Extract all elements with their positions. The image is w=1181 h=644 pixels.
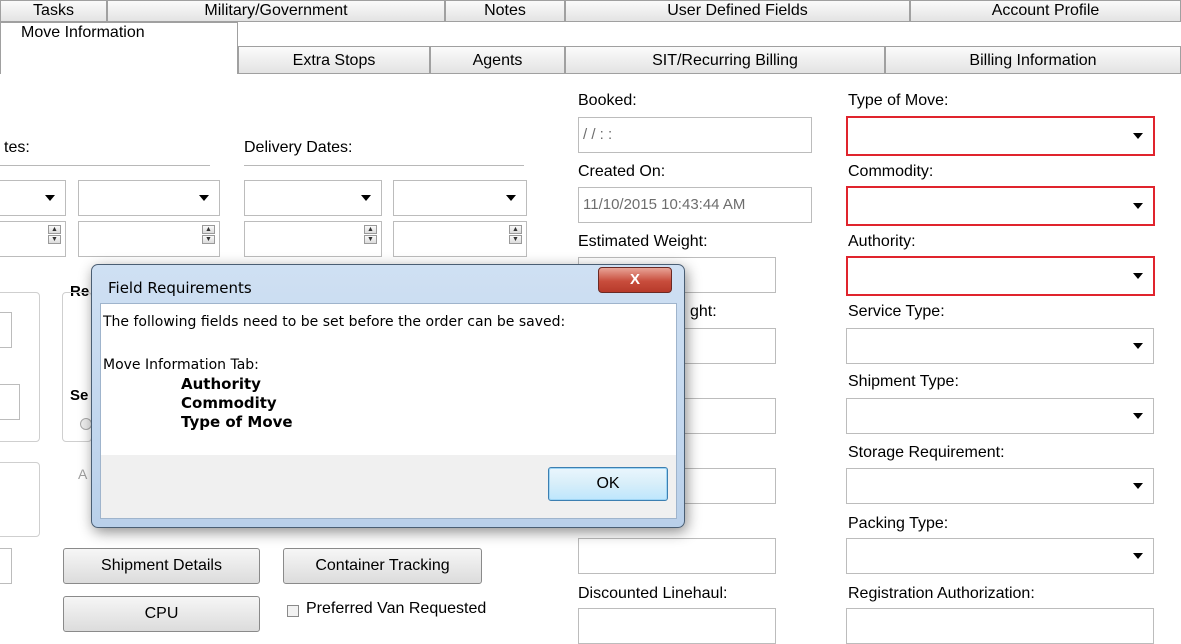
tab-sit-recurring-billing[interactable]: SIT/Recurring Billing bbox=[565, 46, 885, 74]
spin-down-icon[interactable]: ▼ bbox=[202, 235, 215, 244]
shipment-type-select[interactable] bbox=[846, 398, 1154, 434]
service-type-select[interactable] bbox=[846, 328, 1154, 364]
left-clipped-field-3[interactable] bbox=[0, 548, 12, 584]
delivery-date-start-combo[interactable] bbox=[244, 180, 382, 216]
chevron-down-icon bbox=[361, 195, 371, 201]
dialog-message: The following fields need to be set befo… bbox=[103, 314, 566, 330]
container-tracking-button[interactable]: Container Tracking bbox=[283, 548, 482, 584]
dialog-section-label: Move Information Tab: bbox=[103, 357, 259, 373]
type-of-move-select[interactable] bbox=[846, 116, 1155, 156]
delivery-dates-label: Delivery Dates: bbox=[244, 139, 353, 156]
registration-authorization-label: Registration Authorization: bbox=[848, 585, 1035, 602]
packing-type-select[interactable] bbox=[846, 538, 1154, 574]
tab-billing-information[interactable]: Billing Information bbox=[885, 46, 1181, 74]
chevron-down-icon bbox=[1133, 343, 1143, 349]
tab-extra-stops[interactable]: Extra Stops bbox=[238, 46, 430, 74]
created-on-label: Created On: bbox=[578, 163, 666, 180]
chevron-down-icon bbox=[1133, 553, 1143, 559]
pickup-time-start-spinner[interactable]: ▲ ▼ bbox=[0, 221, 66, 257]
tab-account-profile[interactable]: Account Profile bbox=[910, 0, 1181, 22]
preferred-van-checkbox[interactable] bbox=[287, 605, 299, 617]
spin-up-icon[interactable]: ▲ bbox=[202, 225, 215, 234]
field-requirements-dialog: Field Requirements X The following field… bbox=[91, 264, 685, 528]
delivery-time-start-spinner[interactable]: ▲ ▼ bbox=[244, 221, 382, 257]
chevron-down-icon bbox=[1133, 203, 1143, 209]
authority-label: Authority: bbox=[848, 233, 916, 250]
type-of-move-label: Type of Move: bbox=[848, 92, 949, 109]
commodity-label: Commodity: bbox=[848, 163, 934, 180]
storage-requirement-select[interactable] bbox=[846, 468, 1154, 504]
tab-military-government[interactable]: Military/Government bbox=[107, 0, 445, 22]
tab-agents[interactable]: Agents bbox=[430, 46, 565, 74]
dialog-message-area: The following fields need to be set befo… bbox=[100, 303, 677, 455]
spin-down-icon[interactable]: ▼ bbox=[364, 235, 377, 244]
chevron-down-icon bbox=[1133, 413, 1143, 419]
discounted-linehaul-field[interactable] bbox=[578, 608, 776, 644]
dialog-title: Field Requirements bbox=[108, 279, 252, 297]
shipment-type-label: Shipment Type: bbox=[848, 373, 959, 390]
booked-label: Booked: bbox=[578, 92, 637, 109]
chevron-down-icon bbox=[45, 195, 55, 201]
service-type-label: Service Type: bbox=[848, 303, 945, 320]
ok-button[interactable]: OK bbox=[548, 467, 668, 501]
delivery-dates-divider bbox=[244, 165, 524, 167]
pickup-date-end-combo[interactable] bbox=[78, 180, 220, 216]
weight-label: ght: bbox=[690, 303, 717, 320]
spin-up-icon[interactable]: ▲ bbox=[364, 225, 377, 234]
discounted-linehaul-label: Discounted Linehaul: bbox=[578, 585, 728, 602]
required-field-commodity: Commodity bbox=[181, 394, 277, 412]
booked-field[interactable]: / / : : bbox=[578, 117, 812, 153]
spin-up-icon[interactable]: ▲ bbox=[509, 225, 522, 234]
tab-notes[interactable]: Notes bbox=[445, 0, 565, 22]
close-icon[interactable]: X bbox=[598, 267, 672, 293]
pickup-date-start-combo[interactable] bbox=[0, 180, 66, 216]
tab-user-defined-fields[interactable]: User Defined Fields bbox=[565, 0, 910, 22]
group-a-label: A bbox=[78, 466, 88, 482]
chevron-down-icon bbox=[1133, 273, 1143, 279]
spin-up-icon[interactable]: ▲ bbox=[48, 225, 61, 234]
packing-type-label: Packing Type: bbox=[848, 515, 949, 532]
created-on-field: 11/10/2015 10:43:44 AM bbox=[578, 187, 812, 223]
dates-divider bbox=[0, 165, 210, 167]
chevron-down-icon bbox=[1133, 133, 1143, 139]
spin-down-icon[interactable]: ▼ bbox=[48, 235, 61, 244]
left-clipped-field-1[interactable] bbox=[0, 312, 12, 348]
authority-select[interactable] bbox=[846, 256, 1155, 296]
chevron-down-icon bbox=[199, 195, 209, 201]
preferred-van-label: Preferred Van Requested bbox=[306, 600, 487, 617]
dialog-footer: OK bbox=[100, 455, 677, 519]
middle-field-5[interactable] bbox=[578, 538, 776, 574]
tab-move-information[interactable]: Move Information bbox=[0, 22, 238, 74]
registration-authorization-select[interactable] bbox=[846, 608, 1154, 644]
left-clipped-field-2[interactable] bbox=[0, 384, 20, 420]
delivery-date-end-combo[interactable] bbox=[393, 180, 527, 216]
storage-requirement-label: Storage Requirement: bbox=[848, 444, 1005, 461]
group-s-label: Se bbox=[70, 387, 89, 404]
pickup-time-end-spinner[interactable]: ▲ ▼ bbox=[78, 221, 220, 257]
tab-tasks[interactable]: Tasks bbox=[0, 0, 107, 22]
chevron-down-icon bbox=[1133, 483, 1143, 489]
required-field-type-of-move: Type of Move bbox=[181, 413, 293, 431]
required-field-authority: Authority bbox=[181, 375, 261, 393]
dates-label: tes: bbox=[4, 139, 30, 156]
chevron-down-icon bbox=[506, 195, 516, 201]
left-groupbox-2 bbox=[0, 462, 40, 537]
commodity-select[interactable] bbox=[846, 186, 1155, 226]
delivery-time-end-spinner[interactable]: ▲ ▼ bbox=[393, 221, 527, 257]
cpu-button[interactable]: CPU bbox=[63, 596, 260, 632]
shipment-details-button[interactable]: Shipment Details bbox=[63, 548, 260, 584]
spin-down-icon[interactable]: ▼ bbox=[509, 235, 522, 244]
estimated-weight-label: Estimated Weight: bbox=[578, 233, 708, 250]
